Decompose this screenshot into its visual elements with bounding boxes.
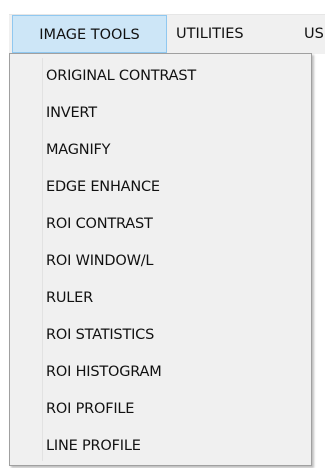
dropdown-icon-gutter (14, 58, 43, 461)
menu-image-tools[interactable]: IMAGE TOOLS (12, 15, 167, 53)
menu-bar: IMAGE TOOLS UTILITIES US (9, 14, 325, 54)
menu-item-roi-window-level[interactable]: ROI WINDOW/L (46, 246, 154, 276)
image-tools-dropdown: ORIGINAL CONTRAST INVERT MAGNIFY EDGE EN… (9, 53, 312, 466)
menu-item-invert[interactable]: INVERT (46, 98, 97, 128)
menu-item-roi-profile[interactable]: ROI PROFILE (46, 394, 134, 424)
menu-item-ruler[interactable]: RULER (46, 283, 93, 313)
menu-item-roi-contrast[interactable]: ROI CONTRAST (46, 209, 153, 239)
menu-utilities[interactable]: UTILITIES (176, 15, 244, 53)
menu-item-roi-statistics[interactable]: ROI STATISTICS (46, 320, 154, 350)
menu-item-roi-histogram[interactable]: ROI HISTOGRAM (46, 357, 162, 387)
menu-item-edge-enhance[interactable]: EDGE ENHANCE (46, 172, 160, 202)
menu-item-original-contrast[interactable]: ORIGINAL CONTRAST (46, 61, 196, 91)
menu-us-truncated[interactable]: US (304, 15, 324, 53)
menu-item-line-profile[interactable]: LINE PROFILE (46, 431, 141, 461)
menu-item-magnify[interactable]: MAGNIFY (46, 135, 111, 165)
